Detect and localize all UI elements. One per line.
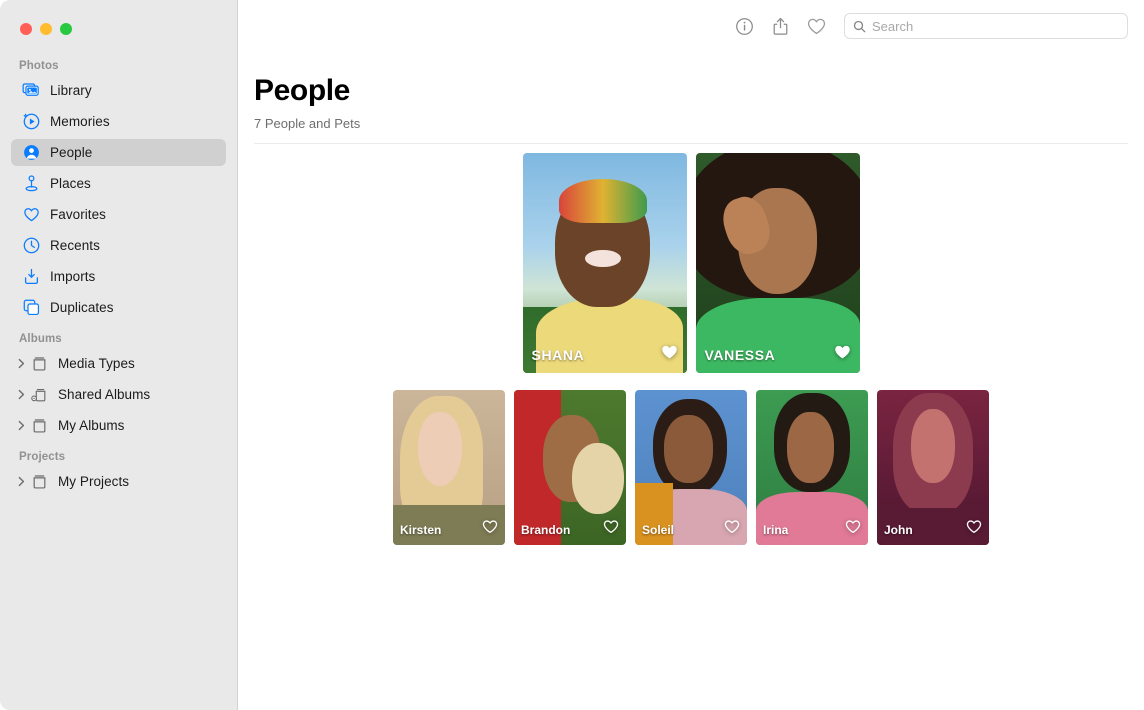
sidebar-item-favorites[interactable]: Favorites <box>11 201 226 228</box>
share-icon[interactable] <box>762 11 798 41</box>
person-name-label: Soleil <box>642 523 674 537</box>
person-tile[interactable]: VANESSA <box>696 153 860 373</box>
sidebar-item-label: Imports <box>50 269 95 284</box>
close-button[interactable] <box>20 23 32 35</box>
sidebar-item-label: Memories <box>50 114 110 129</box>
duplicates-icon <box>22 298 41 317</box>
chevron-right-icon[interactable] <box>15 419 28 432</box>
sidebar-item-label: My Projects <box>58 474 129 489</box>
person-tile[interactable]: Irina <box>756 390 868 545</box>
other-people-row: Kirsten Brandon Soleil Irina John <box>238 390 1144 545</box>
sidebar-section-header: Photos <box>0 52 237 77</box>
heart-filled-icon[interactable] <box>834 344 851 365</box>
sidebar-item-places[interactable]: Places <box>11 170 226 197</box>
person-tile[interactable]: John <box>877 390 989 545</box>
toolbar <box>238 0 1144 52</box>
album-icon <box>30 354 49 373</box>
sidebar: Photos Library Memories People Pla <box>0 0 238 710</box>
content: People 7 People and Pets SHANA VANESSA K… <box>238 52 1144 545</box>
person-tile[interactable]: Brandon <box>514 390 626 545</box>
people-icon <box>22 143 41 162</box>
sidebar-item-label: Media Types <box>58 356 135 371</box>
sidebar-section-header: Albums <box>0 325 237 350</box>
heart-outline-icon[interactable] <box>845 519 861 539</box>
sidebar-section-header: Projects <box>0 443 237 468</box>
sidebar-item-duplicates[interactable]: Duplicates <box>11 294 226 321</box>
sidebar-list: Library Memories People PlacesFavorites … <box>0 77 237 321</box>
sidebar-item-media-types[interactable]: Media Types <box>11 350 226 377</box>
page-subtitle: 7 People and Pets <box>238 108 1144 131</box>
sidebar-item-label: Library <box>50 83 92 98</box>
featured-people-row: SHANA VANESSA <box>238 153 1144 373</box>
person-name-label: Kirsten <box>400 523 441 537</box>
sidebar-item-imports[interactable]: Imports <box>11 263 226 290</box>
sidebar-list: My Projects <box>0 468 237 495</box>
person-name-label: John <box>884 523 913 537</box>
memories-icon <box>22 112 41 131</box>
album-icon <box>30 416 49 435</box>
info-icon[interactable] <box>726 11 762 41</box>
heart-icon <box>22 205 41 224</box>
sidebar-item-label: Recents <box>50 238 100 253</box>
page-title: People <box>238 52 1144 108</box>
sidebar-item-people[interactable]: People <box>11 139 226 166</box>
sidebar-item-library[interactable]: Library <box>11 77 226 104</box>
chevron-right-icon[interactable] <box>15 388 28 401</box>
chevron-right-icon[interactable] <box>15 357 28 370</box>
minimize-button[interactable] <box>40 23 52 35</box>
album-icon <box>30 472 49 491</box>
sidebar-item-label: Shared Albums <box>58 387 150 402</box>
search-input[interactable] <box>872 19 1119 34</box>
person-tile[interactable]: Kirsten <box>393 390 505 545</box>
search-field[interactable] <box>844 13 1128 39</box>
sidebar-item-label: Places <box>50 176 91 191</box>
places-icon <box>22 174 41 193</box>
person-name-label: VANESSA <box>705 347 776 363</box>
heart-outline-icon[interactable] <box>966 519 982 539</box>
shared-album-icon <box>30 385 49 404</box>
sidebar-item-shared-albums[interactable]: Shared Albums <box>11 381 226 408</box>
sidebar-item-memories[interactable]: Memories <box>11 108 226 135</box>
import-icon <box>22 267 41 286</box>
heart-filled-icon[interactable] <box>661 344 678 365</box>
sidebar-item-label: My Albums <box>58 418 124 433</box>
people-grid: SHANA VANESSA Kirsten Brandon Soleil Iri… <box>238 144 1144 545</box>
sidebar-item-my-albums[interactable]: My Albums <box>11 412 226 439</box>
main-area: People 7 People and Pets SHANA VANESSA K… <box>238 0 1144 710</box>
person-tile[interactable]: Soleil <box>635 390 747 545</box>
zoom-button[interactable] <box>60 23 72 35</box>
library-icon <box>22 81 41 100</box>
heart-outline-icon[interactable] <box>603 519 619 539</box>
sidebar-sections: Photos Library Memories People Pla <box>0 52 237 495</box>
person-name-label: SHANA <box>532 347 585 363</box>
person-name-label: Irina <box>763 523 788 537</box>
person-tile[interactable]: SHANA <box>523 153 687 373</box>
sidebar-item-label: Favorites <box>50 207 106 222</box>
sidebar-item-my-projects[interactable]: My Projects <box>11 468 226 495</box>
window-controls <box>0 0 237 52</box>
person-name-label: Brandon <box>521 523 570 537</box>
sidebar-list: Media Types Shared Albums My Albums <box>0 350 237 439</box>
heart-icon[interactable] <box>798 11 834 41</box>
sidebar-item-label: People <box>50 145 92 160</box>
search-icon <box>853 20 866 33</box>
sidebar-item-label: Duplicates <box>50 300 114 315</box>
clock-icon <box>22 236 41 255</box>
sidebar-item-recents[interactable]: Recents <box>11 232 226 259</box>
heart-outline-icon[interactable] <box>482 519 498 539</box>
chevron-right-icon[interactable] <box>15 475 28 488</box>
heart-outline-icon[interactable] <box>724 519 740 539</box>
photos-window: Photos Library Memories People Pla <box>0 0 1144 710</box>
